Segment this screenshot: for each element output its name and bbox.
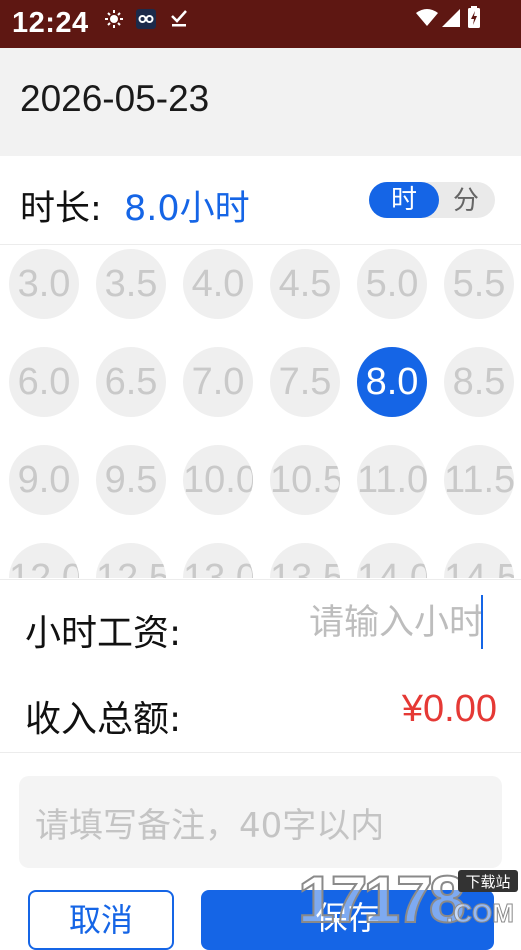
hour-option[interactable]: 9.0 bbox=[9, 445, 79, 515]
hour-option[interactable]: 11.5 bbox=[444, 445, 514, 515]
total-income-row: 收入总额: ¥0.00 bbox=[0, 666, 521, 753]
signal-icon bbox=[442, 9, 460, 27]
status-time: 12:24 bbox=[12, 7, 89, 39]
hour-option[interactable]: 13.5 bbox=[270, 543, 340, 578]
hour-option[interactable]: 9.5 bbox=[96, 445, 166, 515]
status-bar: 12:24 bbox=[0, 0, 521, 48]
hour-option[interactable]: 6.5 bbox=[96, 347, 166, 417]
hour-option[interactable]: 10.5 bbox=[270, 445, 340, 515]
selected-date: 2026-05-23 bbox=[20, 78, 210, 119]
hour-option[interactable]: 3.0 bbox=[9, 249, 79, 319]
hour-option[interactable]: 13.0 bbox=[183, 543, 253, 578]
svg-text:.COM: .COM bbox=[446, 898, 514, 926]
date-header[interactable]: 2026-05-23 bbox=[0, 48, 521, 156]
hour-option[interactable]: 12.0 bbox=[9, 543, 79, 578]
battery-charging-icon bbox=[468, 6, 480, 28]
site-watermark-logo: 17178 .COM 下载站 bbox=[297, 864, 518, 926]
hour-option[interactable]: 11.0 bbox=[357, 445, 427, 515]
total-income-value: ¥0.00 bbox=[401, 688, 497, 730]
hourly-wage-row: 小时工资: bbox=[0, 579, 521, 667]
cancel-button[interactable]: 取消 bbox=[28, 890, 174, 950]
hour-option[interactable]: 7.5 bbox=[270, 347, 340, 417]
hour-option[interactable]: 3.5 bbox=[96, 249, 166, 319]
hour-option[interactable]: 5.5 bbox=[444, 249, 514, 319]
hour-picker-grid[interactable]: 3.0 3.5 4.0 4.5 5.0 5.5 6.0 6.5 7.0 7.5 8.0 8.5 9.0 9… bbox=[0, 244, 521, 578]
duration-value: 8.0小时 bbox=[124, 189, 250, 229]
hour-option[interactable]: 7.0 bbox=[183, 347, 253, 417]
unit-hour-option[interactable]: 时 bbox=[369, 182, 439, 218]
hour-option[interactable]: 8.5 bbox=[444, 347, 514, 417]
wifi-icon bbox=[416, 9, 438, 26]
unit-toggle[interactable]: 时 分 bbox=[369, 182, 495, 218]
duration-label: 时长: bbox=[20, 189, 102, 229]
unit-minute-option[interactable]: 分 bbox=[443, 182, 489, 218]
download-done-icon bbox=[171, 10, 187, 27]
svg-text:17178: 17178 bbox=[298, 864, 464, 926]
hour-option[interactable]: 10.0 bbox=[183, 445, 253, 515]
hour-option[interactable]: 4.0 bbox=[183, 249, 253, 319]
hourly-wage-label: 小时工资: bbox=[25, 613, 182, 654]
sun-icon bbox=[105, 10, 123, 28]
hour-option[interactable]: 4.5 bbox=[270, 249, 340, 319]
hour-option[interactable]: 14.5 bbox=[444, 543, 514, 578]
app-notification-icon bbox=[136, 9, 156, 29]
hourly-wage-input[interactable] bbox=[290, 596, 484, 650]
hour-option[interactable]: 14.0 bbox=[357, 543, 427, 578]
text-caret bbox=[481, 595, 483, 649]
hour-option[interactable]: 5.0 bbox=[357, 249, 427, 319]
hour-option[interactable]: 6.0 bbox=[9, 347, 79, 417]
note-box[interactable] bbox=[19, 776, 502, 868]
hour-option[interactable]: 8.0 bbox=[357, 347, 427, 417]
total-income-label: 收入总额: bbox=[25, 699, 182, 740]
svg-text:下载站: 下载站 bbox=[465, 873, 510, 891]
hour-option[interactable]: 12.5 bbox=[96, 543, 166, 578]
note-textarea[interactable] bbox=[35, 798, 485, 848]
